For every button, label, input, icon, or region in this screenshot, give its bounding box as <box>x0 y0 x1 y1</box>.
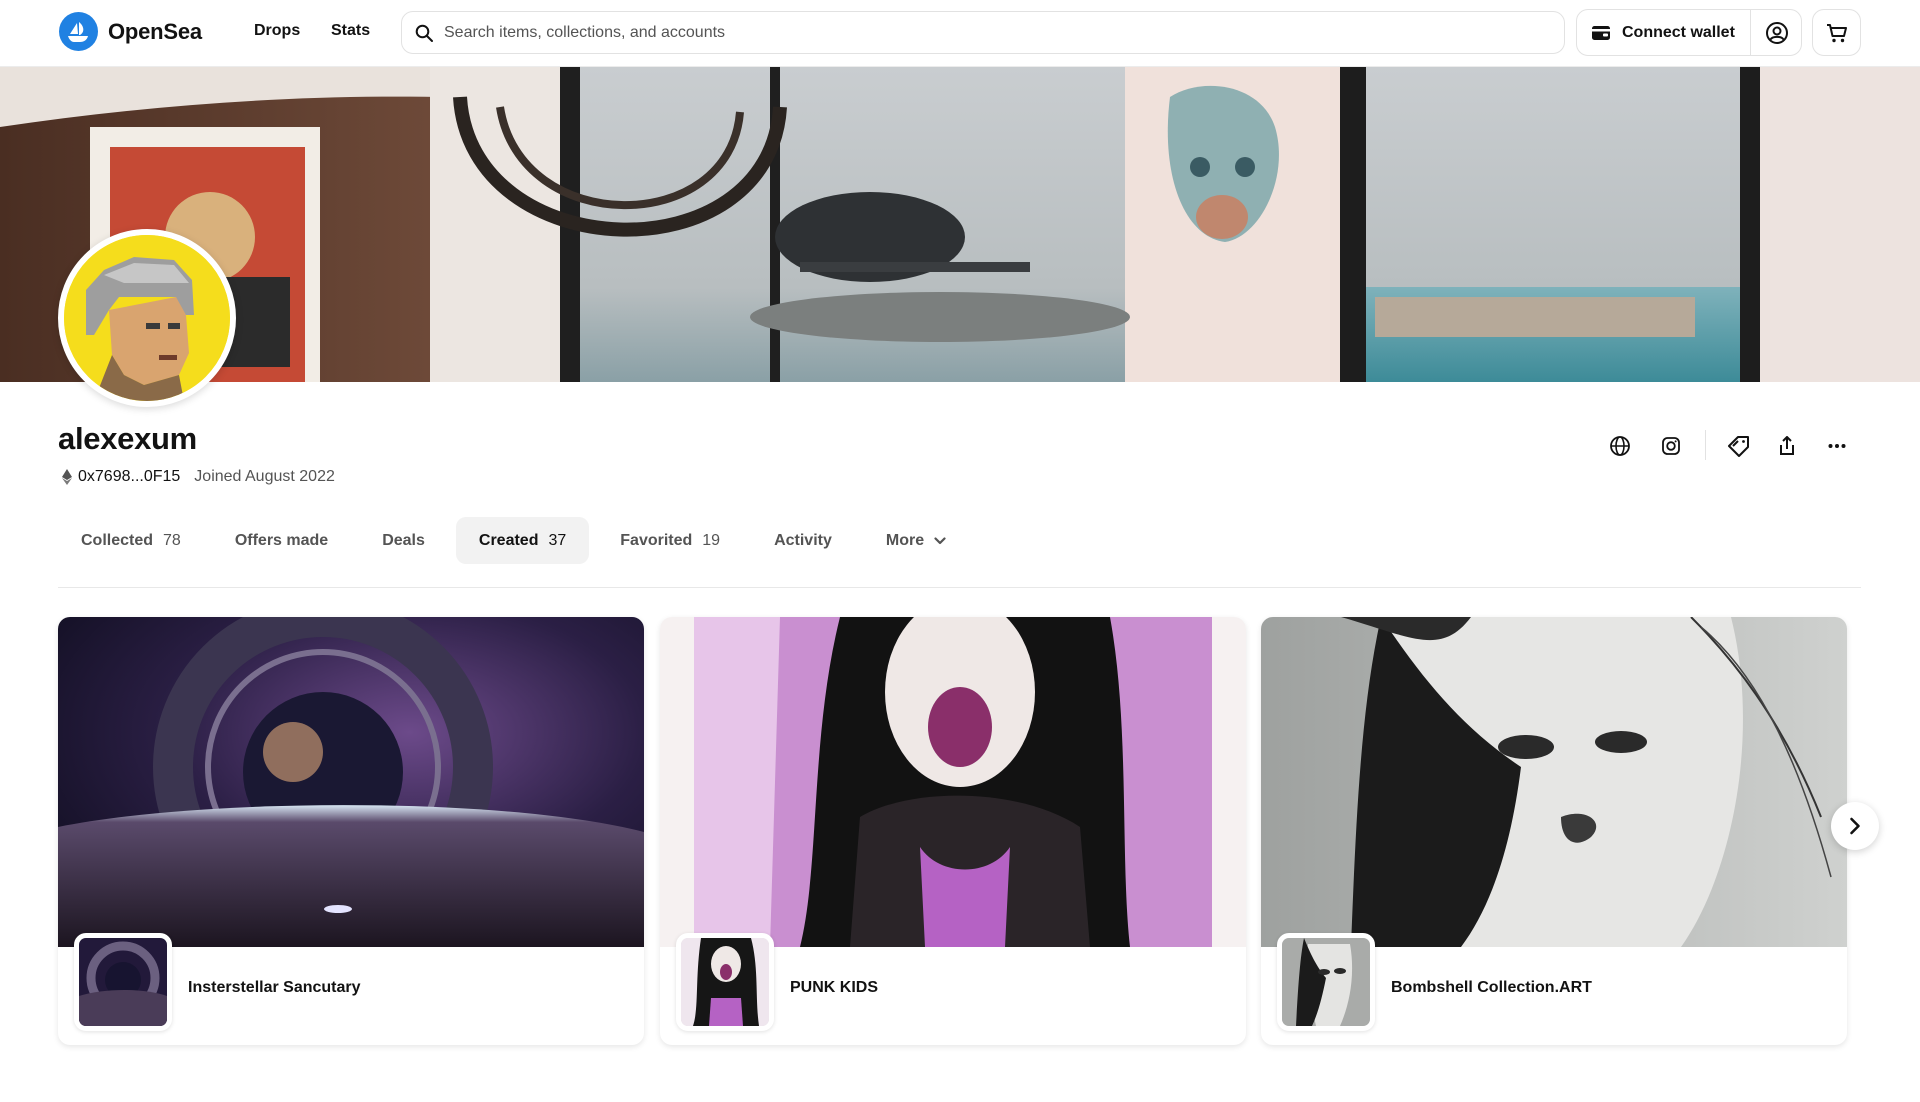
more-options-button[interactable] <box>1819 428 1855 464</box>
collection-banner-image <box>58 617 644 947</box>
website-button[interactable] <box>1602 428 1638 464</box>
profile-tabs: Collected 78 Offers made Deals Created 3… <box>58 517 977 564</box>
nav-drops-link[interactable]: Drops <box>254 22 300 40</box>
tab-label: Favorited <box>620 531 693 549</box>
joined-date: Joined August 2022 <box>194 468 335 485</box>
collection-thumbnail <box>1277 933 1375 1031</box>
tab-label: Deals <box>382 531 425 549</box>
more-icon <box>1828 443 1846 449</box>
collection-thumbnail <box>676 933 774 1031</box>
collection-card[interactable]: Bombshell Collection.ART <box>1261 617 1847 1045</box>
chevron-right-icon <box>1849 817 1861 835</box>
search-input[interactable] <box>444 23 1544 42</box>
collection-card[interactable]: Insterstellar Sancutary <box>58 617 644 1045</box>
share-button[interactable] <box>1769 428 1805 464</box>
connect-wallet-label: Connect wallet <box>1622 23 1735 41</box>
tab-label: Created <box>478 531 539 549</box>
instagram-icon <box>1661 436 1681 456</box>
tab-count: 78 <box>163 531 181 549</box>
collection-banner-image <box>1261 617 1847 947</box>
instagram-button[interactable] <box>1653 428 1689 464</box>
carousel-next-button[interactable] <box>1831 802 1879 850</box>
profile-username: alexexum <box>58 421 197 456</box>
account-button[interactable] <box>1751 10 1802 55</box>
tab-deals[interactable]: Deals <box>359 517 448 564</box>
tab-activity[interactable]: Activity <box>751 517 855 564</box>
wallet-icon <box>1591 24 1611 42</box>
profile-meta: 0x7698...0F15 Joined August 2022 <box>62 468 335 486</box>
nav-stats-link[interactable]: Stats <box>331 22 370 40</box>
tab-label: Offers made <box>234 531 329 549</box>
tabs-divider <box>58 587 1861 588</box>
profile-avatar[interactable] <box>58 229 236 407</box>
tab-created[interactable]: Created 37 <box>455 517 590 564</box>
account-icon <box>1765 21 1789 45</box>
wallet-account-group: Connect wallet <box>1576 9 1802 56</box>
chevron-down-icon <box>934 536 946 545</box>
tab-favorited[interactable]: Favorited 19 <box>597 517 743 564</box>
cart-icon <box>1825 22 1849 44</box>
tab-count: 19 <box>702 531 721 549</box>
actions-divider <box>1705 430 1706 460</box>
tab-offers-made[interactable]: Offers made <box>212 517 351 564</box>
globe-icon <box>1609 435 1631 457</box>
collection-name: PUNK KIDS <box>790 979 879 996</box>
ethereum-icon <box>62 469 72 485</box>
make-offer-button[interactable] <box>1721 428 1757 464</box>
collection-thumbnail <box>74 933 172 1031</box>
tab-count: 37 <box>548 531 567 549</box>
profile-banner-image <box>0 67 1920 382</box>
top-navigation-bar: OpenSea Drops Stats Connect wallet <box>0 0 1920 67</box>
collection-banner-image <box>660 617 1246 947</box>
search-icon <box>414 23 434 43</box>
wallet-address[interactable]: 0x7698...0F15 <box>78 468 180 486</box>
share-icon <box>1778 436 1796 456</box>
tab-collected[interactable]: Collected 78 <box>58 517 204 564</box>
logo-text: OpenSea <box>108 18 202 44</box>
opensea-logo[interactable]: OpenSea <box>59 12 202 51</box>
offers-icon <box>1727 435 1751 457</box>
connect-wallet-button[interactable]: Connect wallet <box>1577 10 1750 55</box>
tab-label: Collected <box>81 531 154 549</box>
search-bar[interactable] <box>401 11 1565 54</box>
collection-name: Bombshell Collection.ART <box>1391 979 1592 996</box>
collection-card[interactable]: PUNK KIDS <box>660 617 1246 1045</box>
tab-label: More <box>885 531 925 549</box>
opensea-logo-icon <box>59 12 98 51</box>
collection-name: Insterstellar Sancutary <box>188 979 361 996</box>
cart-button[interactable] <box>1812 9 1861 56</box>
tab-more[interactable]: More <box>863 517 969 564</box>
tab-label: Activity <box>774 531 832 549</box>
